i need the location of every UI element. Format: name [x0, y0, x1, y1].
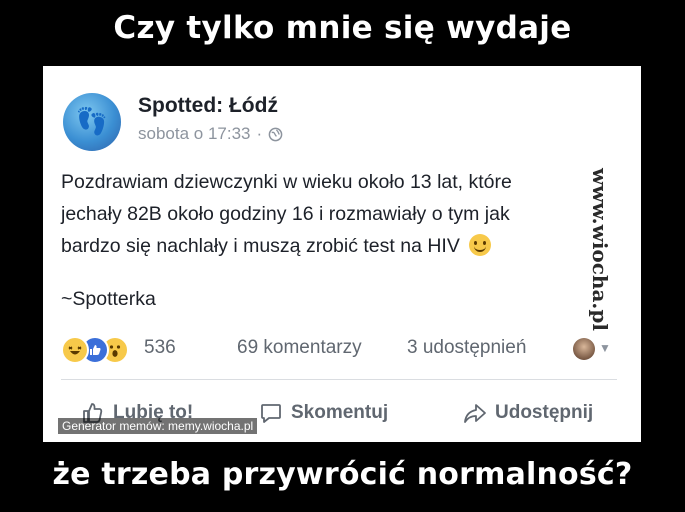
viewer-avatar[interactable]: [573, 338, 595, 360]
post-text-line: Pozdrawiam dziewczynki w wieku około 13 …: [61, 171, 512, 193]
footprints-icon: 👣: [75, 107, 109, 137]
comment-button[interactable]: Skomentuj: [259, 396, 388, 430]
side-watermark-text: www.wiocha.pl: [588, 168, 612, 331]
post-text-line: bardzo się nachlały i muszą zrobić test …: [61, 235, 460, 257]
comment-bubble-icon: [261, 404, 281, 423]
share-arrow-icon: [464, 404, 486, 423]
post-timestamp[interactable]: sobota o 17:33: [138, 124, 250, 144]
post-text-line: jechały 82B około godziny 16 i rozmawiał…: [61, 203, 510, 225]
globe-icon: [268, 127, 283, 141]
post-signature: ~Spotterka: [61, 288, 156, 310]
generator-watermark: Generator memów: memy.wiocha.pl: [58, 418, 258, 434]
meta-separator: ·: [256, 124, 263, 143]
share-button[interactable]: Udostępnij: [463, 396, 593, 430]
shares-count-link[interactable]: 3 udostępnień: [407, 337, 526, 359]
haha-reaction-icon: [61, 336, 89, 364]
side-watermark: www.wiocha.pl: [588, 168, 632, 340]
comments-count-link[interactable]: 69 komentarzy: [237, 337, 362, 359]
meme-bottom-caption: że trzeba przywrócić normalność?: [52, 457, 633, 492]
reaction-icons[interactable]: [61, 336, 141, 364]
meme-top-caption: Czy tylko mnie się wydaje: [113, 10, 572, 46]
comment-button-label: Skomentuj: [291, 402, 389, 423]
page-name-link[interactable]: Spotted: Łódź: [138, 94, 278, 118]
facebook-post-card: 👣 Spotted: Łódź sobota o 17:33 · Pozdraw…: [43, 66, 641, 442]
chevron-down-icon[interactable]: ▼: [599, 341, 611, 355]
reactions-row: 536 69 komentarzy 3 udostępnień ▼: [61, 334, 623, 364]
post-text-line-with-emoji: bardzo się nachlały i muszą zrobić test …: [61, 230, 611, 262]
share-button-label: Udostępnij: [495, 402, 594, 423]
reaction-count[interactable]: 536: [144, 337, 176, 359]
post-meta: sobota o 17:33 ·: [138, 124, 283, 144]
page-avatar[interactable]: 👣: [63, 93, 121, 151]
smiley-emoji-icon: [469, 234, 492, 256]
post-body: Pozdrawiam dziewczynki w wieku około 13 …: [61, 166, 611, 262]
divider: [61, 379, 617, 380]
